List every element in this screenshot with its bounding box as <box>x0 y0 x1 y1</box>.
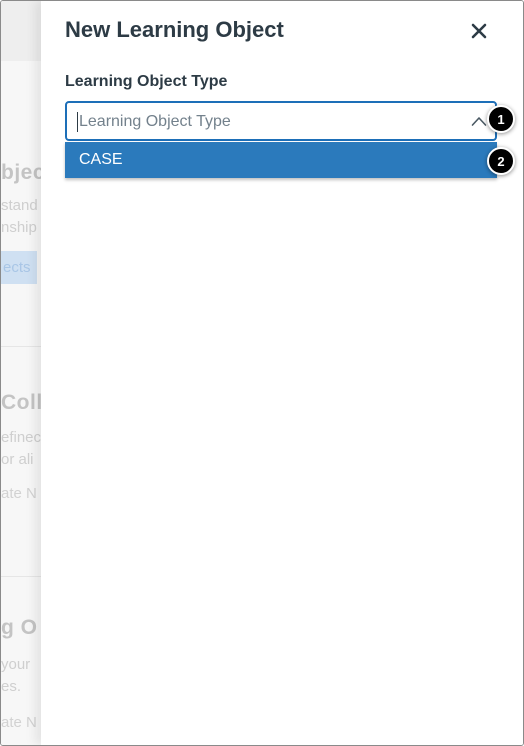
select-placeholder: Learning Object Type <box>79 113 231 130</box>
close-icon <box>471 23 487 39</box>
drawer-title: New Learning Object <box>65 17 284 42</box>
chevron-up-icon[interactable] <box>471 115 487 127</box>
callout-2: 2 <box>487 147 515 175</box>
learning-object-type-label: Learning Object Type <box>65 73 228 90</box>
text-cursor <box>77 112 78 132</box>
window-frame: bjec stand nship ects Colle efinec or al… <box>0 0 524 746</box>
close-button[interactable] <box>467 17 491 45</box>
callout-1: 1 <box>487 105 515 133</box>
learning-object-type-select[interactable]: Learning Object Type <box>65 101 497 141</box>
background-button: ects <box>1 251 37 284</box>
new-learning-object-drawer: New Learning Object Learning Object Type… <box>41 1 523 745</box>
option-case[interactable]: CASE <box>65 142 497 178</box>
